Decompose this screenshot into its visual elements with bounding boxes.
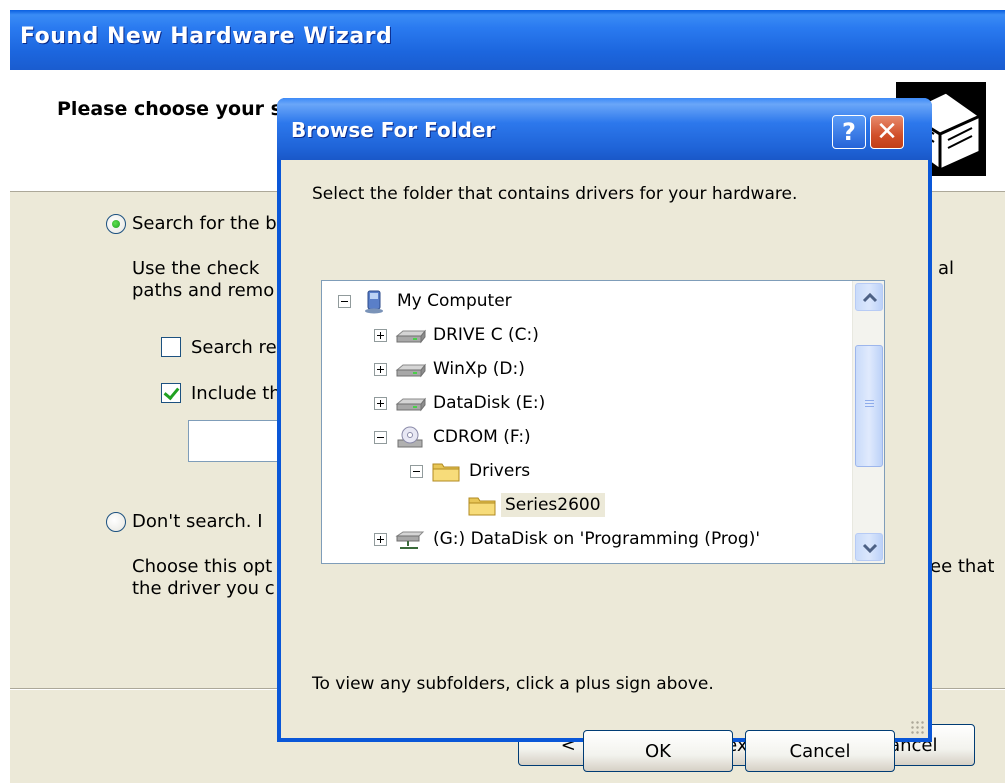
expand-plus-icon[interactable] (374, 397, 387, 410)
tree-item[interactable]: (G:) DataDisk on 'Programming (Prog)' (322, 526, 852, 554)
search-desc-line2: paths and remo (132, 280, 275, 301)
wizard-titlebar[interactable]: Found New Hardware Wizard (10, 10, 1005, 70)
folder-icon (467, 494, 499, 518)
chevron-down-icon (862, 543, 878, 554)
browse-titlebar[interactable]: Browse For Folder ? ✕ (277, 98, 932, 160)
collapse-minus-icon[interactable] (374, 431, 387, 444)
tree-item[interactable]: My Computer (322, 288, 852, 316)
search-removable-media-checkbox[interactable] (161, 337, 181, 357)
hard-drive-icon (395, 358, 427, 382)
tree-item[interactable]: DRIVE C (C:) (322, 322, 852, 350)
browse-prompt: Select the folder that contains drivers … (312, 184, 798, 204)
search-best-driver-radio[interactable] (106, 214, 126, 234)
tree-item-label[interactable]: CDROM (F:) (430, 426, 534, 448)
cancel-button[interactable]: Cancel (745, 730, 895, 772)
tree-item-label[interactable]: (G:) DataDisk on 'Programming (Prog)' (430, 528, 763, 550)
search-removable-media-label: Search re (191, 337, 277, 358)
ok-button[interactable]: OK (583, 730, 733, 772)
resize-grip[interactable] (910, 720, 924, 734)
chevron-up-icon (862, 292, 878, 303)
dont-search-desc-line1: Choose this opt (132, 556, 273, 577)
tree-vertical-scrollbar[interactable] (852, 281, 884, 563)
my-computer-icon (359, 290, 391, 314)
hard-drive-icon (395, 392, 427, 416)
close-button[interactable]: ✕ (870, 115, 904, 149)
tree-item[interactable]: Series2600 (322, 492, 852, 520)
tree-item[interactable]: WinXp (D:) (322, 356, 852, 384)
tree-item-label[interactable]: DRIVE C (C:) (430, 324, 542, 346)
scroll-down-button[interactable] (855, 533, 883, 561)
collapse-minus-icon[interactable] (410, 465, 423, 478)
dont-search-desc-line2: the driver you c (132, 578, 275, 599)
browse-client-area: Select the folder that contains drivers … (281, 160, 928, 772)
tree-item-label[interactable]: WinXp (D:) (430, 358, 528, 380)
search-desc-line1: Use the check (132, 258, 260, 279)
tree-item-label[interactable]: DataDisk (E:) (430, 392, 548, 414)
tree-item[interactable]: CDROM (F:) (322, 424, 852, 452)
tree-item[interactable]: Drivers (322, 458, 852, 486)
dont-search-radio[interactable] (106, 512, 126, 532)
collapse-minus-icon[interactable] (338, 295, 351, 308)
expand-plus-icon[interactable] (374, 363, 387, 376)
scroll-up-button[interactable] (855, 283, 883, 311)
location-path-input[interactable] (188, 420, 288, 462)
tree-item[interactable]: DataDisk (E:) (322, 390, 852, 418)
expand-plus-icon[interactable] (374, 533, 387, 546)
cdrom-icon (395, 426, 427, 450)
help-button[interactable]: ? (832, 115, 866, 149)
scroll-thumb-grip (865, 400, 874, 409)
dont-search-label: Don't search. I (132, 511, 263, 532)
folder-tree[interactable]: My Computer DRIVE C (C:) WinXp (D:) DataDis… (321, 280, 885, 564)
scroll-thumb[interactable] (855, 345, 883, 467)
include-location-label: Include th (191, 383, 281, 404)
network-drive-icon (395, 528, 427, 552)
search-best-driver-label: Search for the b (132, 213, 277, 234)
hard-drive-icon (395, 324, 427, 348)
browse-for-folder-dialog: Browse For Folder ? ✕ Select the folder … (277, 98, 932, 772)
folder-icon (431, 460, 463, 484)
wizard-title: Found New Hardware Wizard (20, 24, 393, 49)
tree-item-label[interactable]: Series2600 (501, 493, 605, 517)
tree-item-label[interactable]: My Computer (394, 290, 515, 312)
include-location-checkbox[interactable] (161, 383, 181, 403)
browse-title: Browse For Folder (291, 118, 496, 142)
search-desc-line1-right: al (938, 258, 955, 279)
expand-plus-icon[interactable] (374, 329, 387, 342)
tree-item-label[interactable]: Drivers (466, 460, 533, 482)
dont-search-desc-line1-right: ee that (930, 556, 995, 577)
browse-hint: To view any subfolders, click a plus sig… (312, 674, 714, 694)
